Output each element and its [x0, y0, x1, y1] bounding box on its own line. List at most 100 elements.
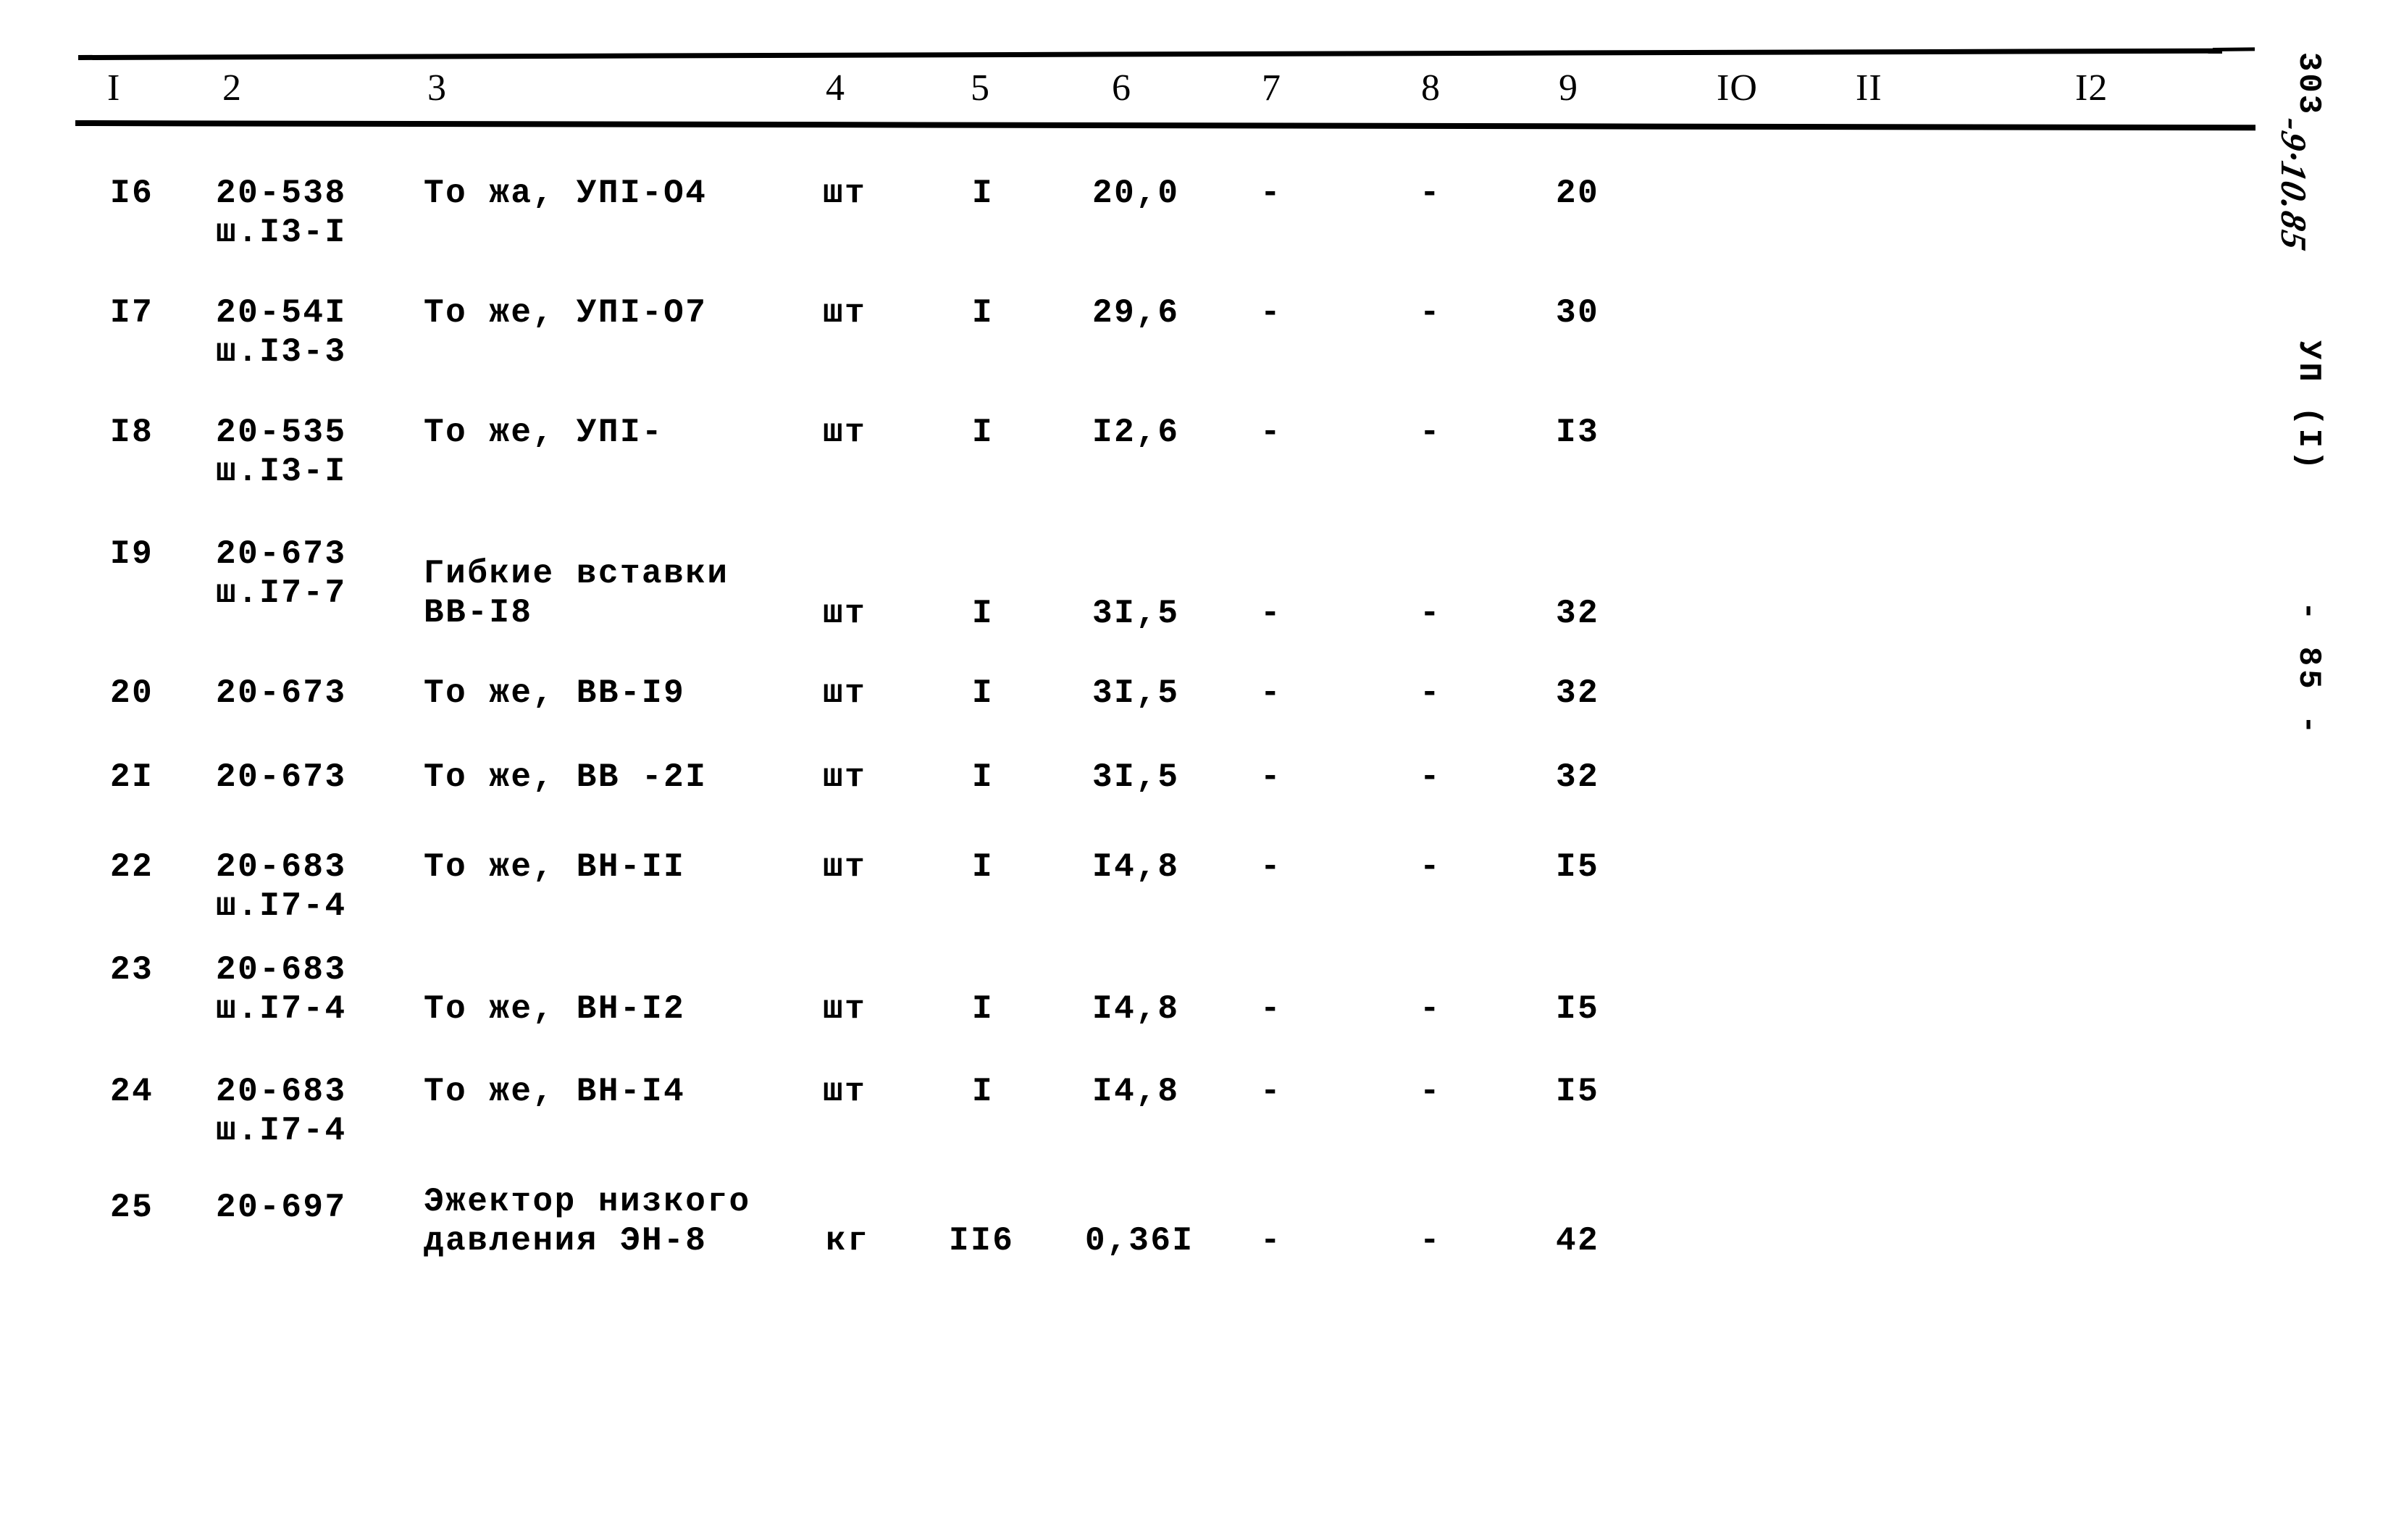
table-header-top-rule	[78, 48, 2222, 60]
column-7-value: -	[1260, 1073, 1281, 1110]
column-8-value: -	[1420, 595, 1440, 632]
item-description: То жа, УПI-О4	[424, 175, 708, 212]
quantity: I	[972, 674, 994, 712]
margin-page-number: - 85 -	[2290, 601, 2326, 738]
column-9-value: 30	[1556, 294, 1600, 332]
unit-of-measure: шт	[823, 1073, 867, 1110]
column-8-value: -	[1420, 294, 1440, 332]
column-header-9: 9	[1559, 67, 1578, 109]
column-7-value: -	[1260, 674, 1281, 712]
mass-value: 0,36I	[1085, 1222, 1194, 1260]
mass-value: 3I,5	[1092, 595, 1180, 632]
column-header-6: 6	[1112, 67, 1131, 109]
mass-value: I4,8	[1092, 990, 1180, 1028]
column-8-value: -	[1420, 175, 1440, 212]
table-header-top-rule-fragment	[2212, 47, 2255, 51]
item-code-line-1: 20-538	[216, 175, 347, 212]
margin-catalog-code: 303	[2290, 52, 2326, 117]
column-8-value: -	[1420, 414, 1440, 451]
column-7-value: -	[1260, 758, 1281, 796]
item-code-line-2: ш.I3-I	[216, 453, 347, 490]
column-header-12: I2	[2075, 67, 2108, 109]
unit-of-measure: шт	[823, 758, 867, 796]
row-number: 25	[110, 1189, 154, 1226]
column-9-value: 32	[1556, 674, 1600, 712]
mass-value: 3I,5	[1092, 758, 1180, 796]
unit-of-measure: шт	[823, 990, 867, 1028]
item-code-line-2: ш.I7-4	[216, 887, 347, 925]
item-code-line-2: ш.I7-4	[216, 990, 347, 1028]
mass-value: I2,6	[1092, 414, 1180, 451]
column-header-8: 8	[1421, 67, 1441, 109]
margin-sheet-label: УП (I)	[2290, 340, 2326, 473]
quantity: I	[972, 990, 994, 1028]
column-9-value: 42	[1556, 1222, 1600, 1260]
quantity: I	[972, 414, 994, 451]
row-number: 22	[110, 848, 154, 886]
unit-of-measure: шт	[823, 848, 867, 886]
column-7-value: -	[1260, 1222, 1281, 1260]
column-9-value: 32	[1556, 758, 1600, 796]
column-8-value: -	[1420, 990, 1440, 1028]
quantity: II6	[949, 1222, 1015, 1260]
unit-of-measure: шт	[823, 595, 867, 632]
table-header-bottom-rule	[75, 120, 2256, 131]
column-8-value: -	[1420, 1073, 1440, 1110]
item-description-line-2: ВВ-I8	[424, 594, 533, 632]
column-7-value: -	[1260, 414, 1281, 451]
row-number: I8	[110, 414, 154, 451]
column-header-3: 3	[427, 67, 447, 109]
row-number: 24	[110, 1073, 154, 1110]
column-7-value: -	[1260, 990, 1281, 1028]
row-number: I7	[110, 294, 154, 332]
item-code-line-1: 20-54I	[216, 294, 347, 332]
column-8-value: -	[1420, 674, 1440, 712]
row-number: 20	[110, 674, 154, 712]
column-header-4: 4	[826, 67, 845, 109]
unit-of-measure: шт	[823, 294, 867, 332]
column-header-10: IO	[1717, 67, 1758, 109]
item-description: То же, ВН-I2	[424, 990, 686, 1028]
item-code-line-2: ш.I7-7	[216, 574, 347, 612]
column-7-value: -	[1260, 175, 1281, 212]
item-code-line-2: ш.I3-I	[216, 214, 347, 251]
column-9-value: I5	[1556, 990, 1600, 1028]
item-code-line-1: 20-697	[216, 1189, 347, 1226]
item-code-line-2: ш.I3-3	[216, 333, 347, 371]
quantity: I	[972, 595, 994, 632]
item-description: Гибкие вставки	[424, 555, 729, 593]
column-header-5: 5	[971, 67, 990, 109]
item-code-line-1: 20-673	[216, 535, 347, 573]
item-description: То же, ВН-II	[424, 848, 686, 886]
column-9-value: I5	[1556, 1073, 1600, 1110]
column-8-value: -	[1420, 848, 1440, 886]
column-header-7: 7	[1262, 67, 1281, 109]
margin-handwritten-mark: -9·10.85	[2274, 114, 2314, 256]
mass-value: I4,8	[1092, 848, 1180, 886]
item-code-line-2: ш.I7-4	[216, 1112, 347, 1150]
mass-value: I4,8	[1092, 1073, 1180, 1110]
scanned-page: I 2 3 4 5 6 7 8 9 IO II I2 I6 20-538 ш.I…	[0, 0, 2396, 1540]
column-7-value: -	[1260, 294, 1281, 332]
quantity: I	[972, 175, 994, 212]
item-description: То же, ВВ-I9	[424, 674, 686, 712]
row-number: 2I	[110, 758, 154, 796]
item-description: Эжектор низкого	[424, 1183, 751, 1221]
item-description: То же, УПI-О7	[424, 294, 708, 332]
mass-value: 3I,5	[1092, 674, 1180, 712]
item-description: То же, ВВ -2I	[424, 758, 708, 796]
column-9-value: 20	[1556, 175, 1600, 212]
unit-of-measure: шт	[823, 414, 867, 451]
column-8-value: -	[1420, 758, 1440, 796]
column-8-value: -	[1420, 1222, 1440, 1260]
quantity: I	[972, 1073, 994, 1110]
item-code-line-1: 20-683	[216, 951, 347, 989]
quantity: I	[972, 294, 994, 332]
unit-of-measure: кг	[826, 1222, 870, 1260]
item-code-line-1: 20-673	[216, 758, 347, 796]
item-description: То же, УПI-	[424, 414, 664, 451]
column-header-2: 2	[222, 67, 242, 109]
item-description: То же, ВН-I4	[424, 1073, 686, 1110]
column-9-value: 32	[1556, 595, 1600, 632]
column-7-value: -	[1260, 848, 1281, 886]
